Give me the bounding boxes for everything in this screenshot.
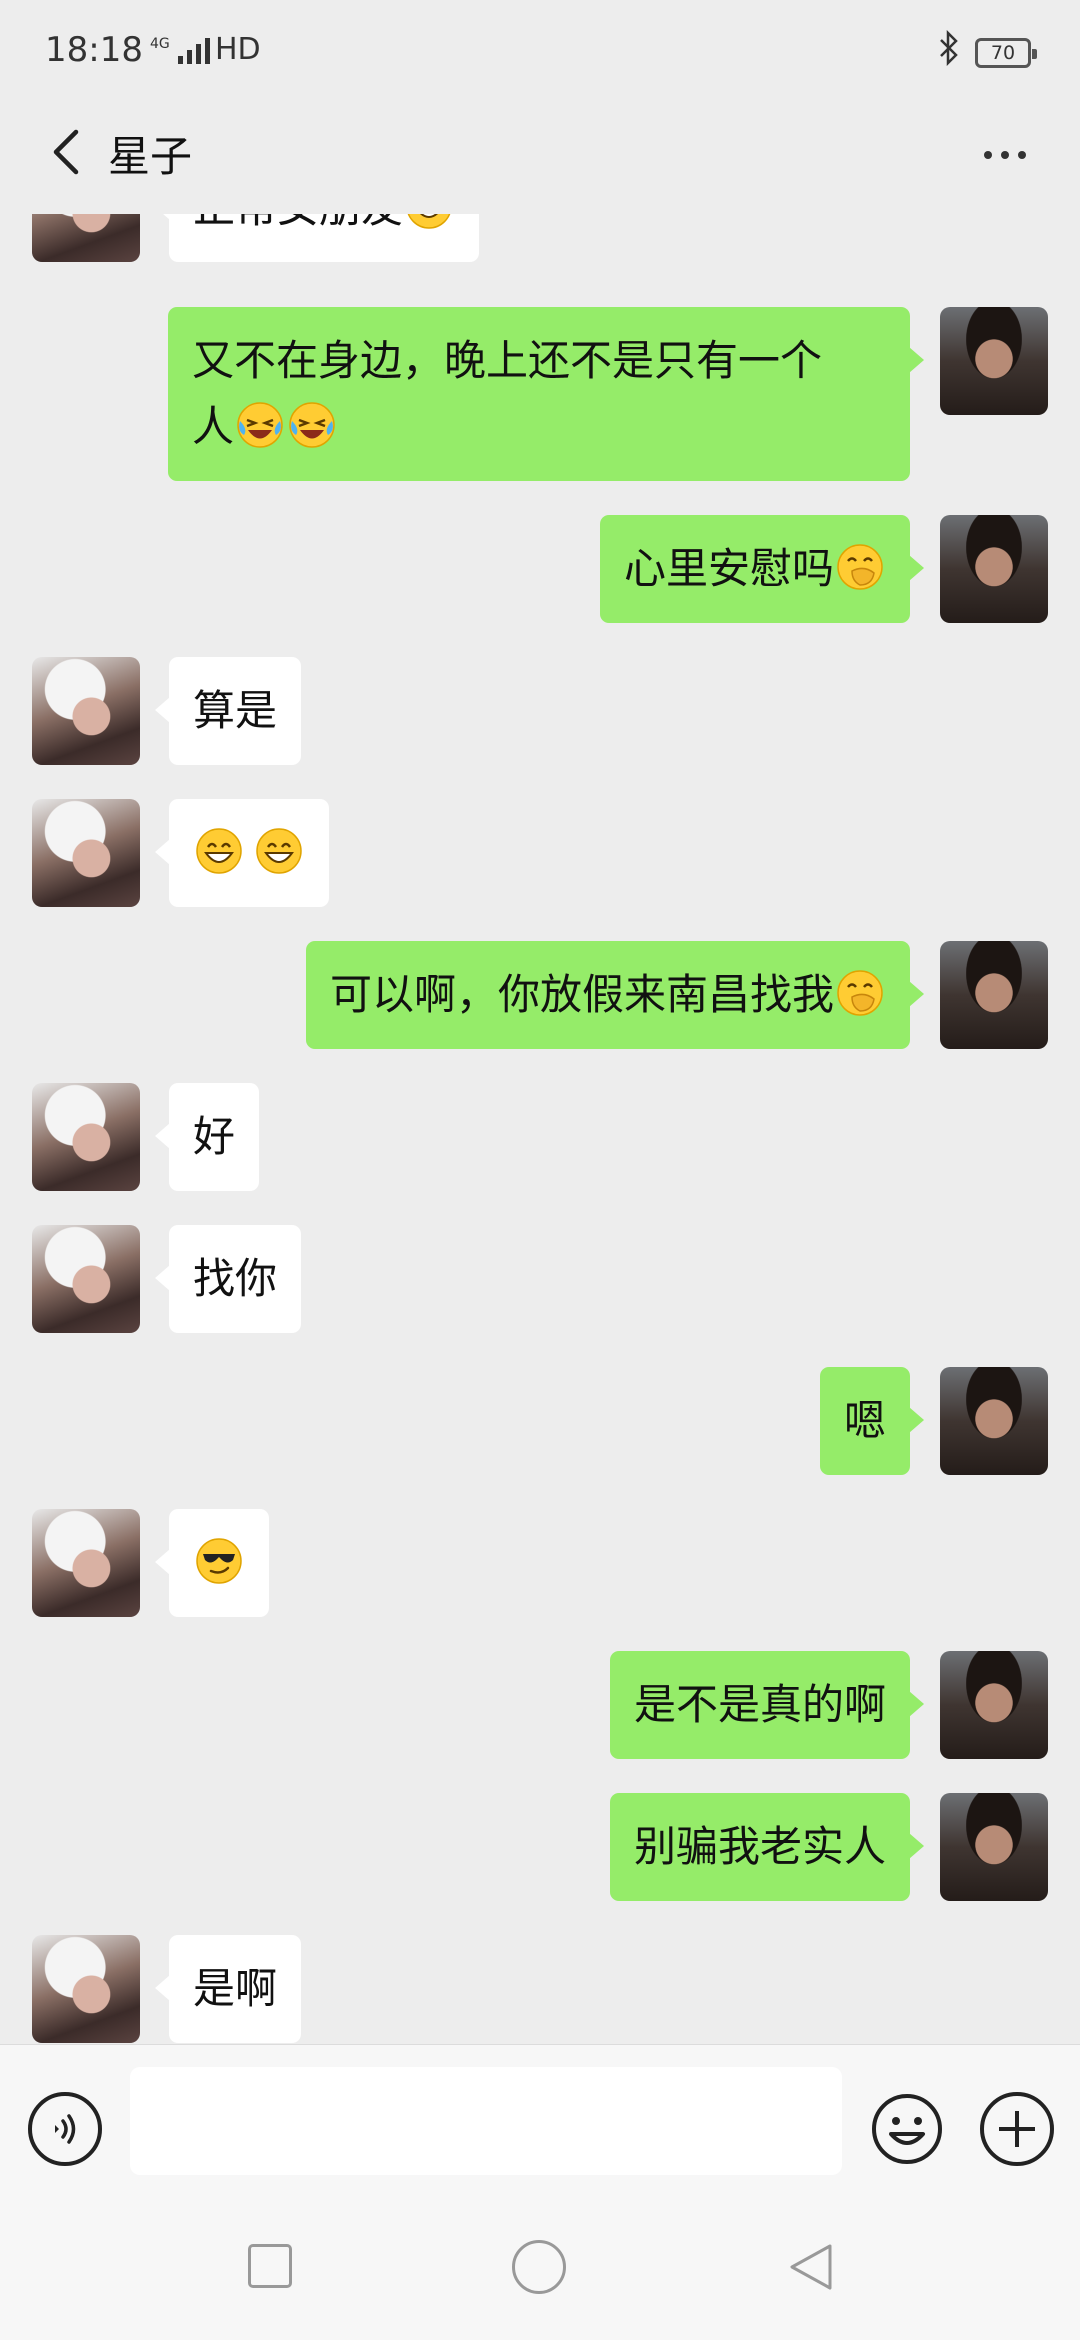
home-button[interactable] <box>512 2240 566 2294</box>
bluetooth-icon <box>938 29 960 74</box>
message-text: 别骗我老实人 <box>633 1822 886 1871</box>
system-back-button[interactable] <box>784 2240 838 2294</box>
back-button[interactable] <box>36 122 96 182</box>
contact-avatar[interactable] <box>32 657 140 765</box>
cool-emoji-icon <box>195 1537 243 1585</box>
message-bubble[interactable]: 好 <box>154 1083 260 1191</box>
more-functions-button[interactable] <box>980 2092 1054 2166</box>
message-text: 算是 <box>193 686 278 735</box>
message-bubble[interactable] <box>155 799 329 907</box>
input-bar <box>0 2044 1080 2194</box>
voice-button[interactable] <box>28 2092 102 2166</box>
laugh-cry-emoji-icon <box>288 401 336 449</box>
message-bubble[interactable] <box>155 1509 269 1617</box>
message-text: 人 <box>192 402 235 451</box>
chevron-left-icon <box>53 129 79 175</box>
message-text: 好 <box>193 1112 236 1161</box>
message-text: 又不在身边，晚上还不是只有一个 <box>192 336 823 385</box>
message-bubble[interactable]: 是不是真的啊 <box>609 1651 925 1759</box>
message-text: 嗯 <box>843 1396 886 1445</box>
status-bar: 18:18 4G HD 70 <box>0 0 1080 100</box>
message-text: 正常女朋友 <box>193 214 403 232</box>
grin-emoji-icon <box>255 827 303 875</box>
battery-icon: 70 <box>975 38 1037 68</box>
message-list[interactable]: 正常女朋友 又不在身边，晚上还不是只有一个 人 心里安慰吗 算是 可以啊，你放假… <box>0 214 1080 2044</box>
contact-avatar[interactable] <box>32 1509 140 1617</box>
message-bubble[interactable]: 嗯 <box>819 1367 925 1475</box>
message-bubble[interactable]: 可以啊，你放假来南昌找我 <box>305 941 925 1049</box>
message-text: 是不是真的啊 <box>633 1680 886 1729</box>
message-bubble[interactable]: 找你 <box>154 1225 302 1333</box>
network-type: 4G <box>150 36 170 52</box>
grin-emoji-icon <box>195 827 243 875</box>
message-input[interactable] <box>130 2067 842 2175</box>
contact-avatar[interactable] <box>32 799 140 907</box>
chat-title: 星子 <box>108 132 193 181</box>
status-time: 18:18 <box>45 30 143 70</box>
message-bubble[interactable]: 正常女朋友 <box>154 214 480 262</box>
hd-label: HD <box>215 32 261 67</box>
message-bubble[interactable]: 算是 <box>154 657 302 765</box>
chat-header: 星子 <box>0 100 1080 214</box>
message-text: 可以啊，你放假来南昌找我 <box>329 970 834 1019</box>
message-text: 心里安慰吗 <box>623 544 834 593</box>
more-options-button[interactable] <box>970 130 1040 180</box>
signal-icon: 4G <box>150 36 210 64</box>
contact-avatar[interactable] <box>32 214 140 262</box>
contact-avatar[interactable] <box>32 1935 140 2043</box>
my-avatar[interactable] <box>940 1793 1048 1901</box>
message-bubble[interactable]: 心里安慰吗 <box>599 515 925 623</box>
my-avatar[interactable] <box>940 1367 1048 1475</box>
my-avatar[interactable] <box>940 1651 1048 1759</box>
contact-avatar[interactable] <box>32 1225 140 1333</box>
message-text: 是啊 <box>193 1964 278 2013</box>
emoji-icon <box>872 2094 942 2164</box>
my-avatar[interactable] <box>940 307 1048 415</box>
recents-button[interactable] <box>248 2244 292 2288</box>
my-avatar[interactable] <box>940 941 1048 1049</box>
triangle-back-icon <box>790 2244 832 2290</box>
voice-icon <box>55 2114 76 2144</box>
contact-avatar[interactable] <box>32 1083 140 1191</box>
message-bubble[interactable]: 又不在身边，晚上还不是只有一个 人 <box>168 307 924 481</box>
hand-over-mouth-emoji-icon <box>836 543 884 591</box>
system-nav-bar <box>0 2194 1080 2340</box>
laugh-cry-emoji-icon <box>236 401 284 449</box>
battery-level: 70 <box>990 42 1016 64</box>
hand-over-mouth-emoji-icon <box>836 969 884 1017</box>
my-avatar[interactable] <box>940 515 1048 623</box>
emoji-button[interactable] <box>870 2092 944 2166</box>
message-bubble[interactable]: 别骗我老实人 <box>609 1793 925 1901</box>
message-bubble[interactable]: 是啊 <box>154 1935 302 2043</box>
message-text: 找你 <box>193 1254 278 1303</box>
grin-emoji-icon <box>405 214 453 230</box>
